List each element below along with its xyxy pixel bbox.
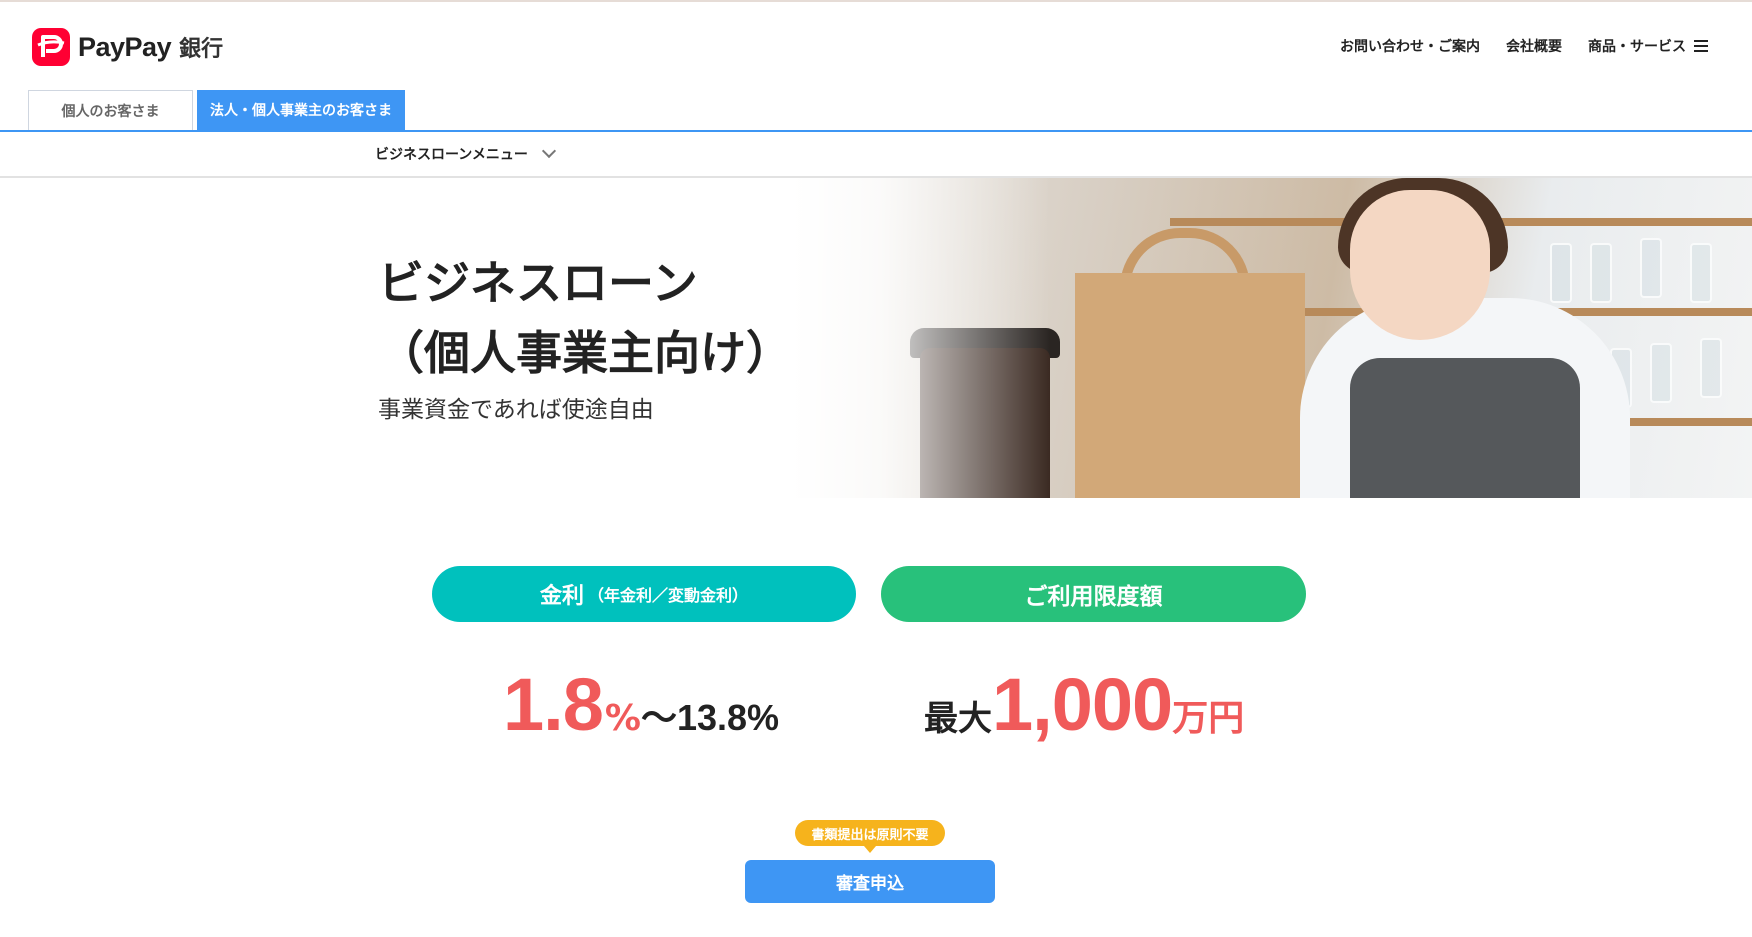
- credit-limit-heading: ご利用限度額: [881, 566, 1306, 622]
- submenu-label: ビジネスローンメニュー: [375, 147, 528, 163]
- nav-contact-link[interactable]: お問い合わせ・ご案内: [1340, 36, 1480, 56]
- credit-limit-value: 最大 1,000 万円: [924, 662, 1244, 747]
- brand-name: PayPay: [78, 31, 172, 62]
- paypay-logo-icon: [32, 28, 70, 66]
- tab-business-customers[interactable]: 法人・個人事業主のお客さま: [197, 90, 405, 130]
- apply-button[interactable]: 審査申込: [745, 860, 995, 903]
- tab-personal-customers[interactable]: 個人のお客さま: [28, 90, 193, 130]
- products-services-menu-button[interactable]: 商品・サービス: [1588, 36, 1708, 56]
- nav-company-link[interactable]: 会社概要: [1506, 36, 1562, 56]
- rate-label: 金利: [539, 584, 584, 609]
- title-line-2: （個人事業主向け）: [378, 326, 792, 380]
- interest-rate-heading: 金利 （年金利／変動金利）: [432, 566, 856, 622]
- hero-banner: ビジネスローン （個人事業主向け） 事業資金であれば使途自由: [0, 178, 1752, 498]
- brand-suffix: 銀行: [179, 37, 224, 62]
- rate-min: 1.8: [503, 663, 604, 746]
- title-line-1: ビジネスローン: [378, 256, 698, 310]
- paypay-bank-logo[interactable]: PayPay 銀行: [32, 28, 223, 66]
- rate-min-unit: %: [604, 698, 641, 739]
- products-services-label: 商品・サービス: [1588, 39, 1686, 55]
- interest-rate-value: 1.8 % 〜13.8%: [503, 662, 779, 747]
- no-documents-badge: 書類提出は原則不要: [795, 820, 945, 846]
- badge-pointer: [864, 846, 876, 853]
- rate-max: 〜13.8%: [640, 697, 780, 738]
- page-title: ビジネスローン （個人事業主向け）: [378, 248, 792, 388]
- business-loan-menu-dropdown[interactable]: ビジネスローンメニュー: [375, 143, 556, 164]
- header-nav: お問い合わせ・ご案内 会社概要 商品・サービス: [1340, 36, 1708, 56]
- limit-prefix: 最大: [924, 699, 992, 739]
- tab-underline: [0, 130, 1752, 132]
- hero-subtitle: 事業資金であれば使途自由: [378, 397, 654, 423]
- top-accent-line: [0, 0, 1752, 2]
- rate-label-note: （年金利／変動金利）: [588, 586, 749, 605]
- limit-unit: 万円: [1172, 698, 1245, 739]
- hamburger-menu-icon: [1694, 40, 1708, 52]
- chevron-down-icon: [541, 143, 556, 159]
- limit-amount: 1,000: [992, 663, 1173, 746]
- customer-type-tabs: 個人のお客さま 法人・個人事業主のお客さま: [28, 90, 405, 130]
